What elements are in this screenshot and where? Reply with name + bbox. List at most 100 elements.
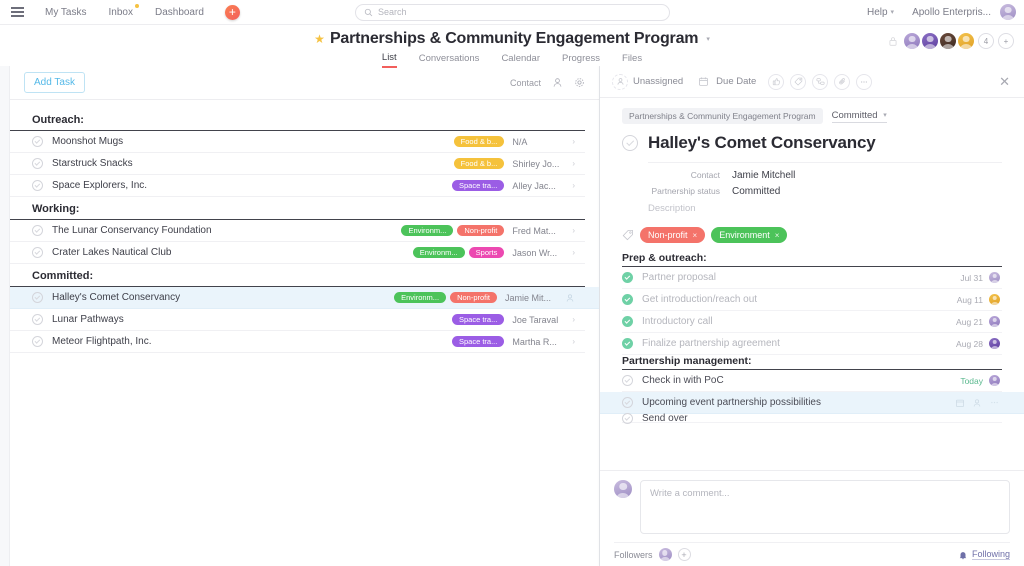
star-icon[interactable]: ★ <box>314 33 325 45</box>
assignee-picker[interactable]: Unassigned <box>612 73 683 90</box>
task-complete-checkbox[interactable] <box>32 180 43 191</box>
task-complete-checkbox[interactable] <box>32 158 43 169</box>
task-tag[interactable]: Sports <box>468 246 505 259</box>
task-contact[interactable]: Joe Taraval <box>512 315 570 325</box>
list-item[interactable]: Upcoming event partnership possibilities <box>600 392 1024 414</box>
subtask-due-date[interactable]: Today <box>960 376 983 386</box>
task-complete-checkbox[interactable] <box>32 314 43 325</box>
list-item[interactable]: Finalize partnership agreement Aug 28 <box>622 333 1002 355</box>
description-field[interactable]: Description <box>648 203 1002 214</box>
task-contact[interactable]: Jamie Mit... <box>505 293 563 303</box>
detail-tag-non-profit[interactable]: Non-profit × <box>640 227 706 243</box>
add-member-button[interactable]: + <box>998 33 1014 49</box>
list-item[interactable]: Send over <box>622 412 1002 424</box>
help-menu[interactable]: Help ▾ <box>858 7 903 18</box>
follower-avatar[interactable] <box>658 548 672 561</box>
task-contact[interactable]: Fred Mat... <box>512 226 570 236</box>
list-item[interactable]: Check in with PoC Today <box>622 370 1002 392</box>
more-icon[interactable] <box>989 397 1000 408</box>
subtask-complete-checkbox[interactable] <box>622 294 633 305</box>
subtask-assignee-avatar[interactable] <box>989 338 1000 349</box>
breadcrumb-status[interactable]: Committed ▾ <box>831 110 887 123</box>
subtask-assignee-avatar[interactable] <box>989 316 1000 327</box>
attachment-icon[interactable] <box>834 73 851 90</box>
gear-icon[interactable] <box>574 77 585 88</box>
add-follower-button[interactable]: + <box>677 548 691 561</box>
workspace-menu[interactable]: Apollo Enterpris... <box>903 7 1000 18</box>
table-row[interactable]: The Lunar Conservancy Foundation Environm… <box>10 220 585 242</box>
table-row[interactable]: Meteor Flightpath, Inc. Space tra... Marth… <box>10 331 585 353</box>
member-avatar[interactable] <box>904 33 920 49</box>
calendar-icon[interactable] <box>955 398 965 408</box>
task-tag[interactable]: Environm... <box>394 291 447 304</box>
task-tag[interactable]: Environm... <box>401 224 454 237</box>
task-contact[interactable]: Martha R... <box>512 337 570 347</box>
member-avatar[interactable] <box>940 33 956 49</box>
subtask-due-date[interactable]: Jul 31 <box>960 273 983 283</box>
subtask-complete-checkbox[interactable] <box>622 397 633 408</box>
task-contact[interactable]: Shirley Jo... <box>512 159 570 169</box>
chevron-right-icon[interactable]: › <box>572 226 575 235</box>
search-input[interactable]: Search <box>355 3 670 21</box>
table-row[interactable]: Crater Lakes Nautical Club Environm... Spo… <box>10 242 585 264</box>
subtask-complete-checkbox[interactable] <box>622 338 633 349</box>
list-item[interactable]: Introductory call Aug 21 <box>622 311 1002 333</box>
subtask-complete-checkbox[interactable] <box>622 272 633 283</box>
detail-tag-environment[interactable]: Environment × <box>711 227 788 243</box>
task-tag[interactable]: Non-profit <box>457 224 505 237</box>
task-tag[interactable]: Space tra... <box>451 313 505 326</box>
list-item[interactable]: Partner proposal Jul 31 <box>622 267 1002 289</box>
task-complete-checkbox[interactable] <box>32 292 43 303</box>
subtask-due-date[interactable]: Aug 21 <box>956 317 983 327</box>
subtask-complete-checkbox[interactable] <box>622 412 633 424</box>
task-tag[interactable]: Space tra... <box>451 179 505 192</box>
like-icon[interactable] <box>768 73 785 90</box>
task-tag[interactable]: Environm... <box>412 246 465 259</box>
comment-input[interactable]: Write a comment... <box>640 480 1010 534</box>
remove-tag-icon[interactable]: × <box>775 231 780 240</box>
members-overflow-count[interactable]: 4 <box>978 33 994 49</box>
tab-calendar[interactable]: Calendar <box>501 53 540 67</box>
nav-link-my-tasks[interactable]: My Tasks <box>34 7 98 18</box>
current-user-avatar[interactable] <box>1000 4 1016 20</box>
task-tag[interactable]: Non-profit <box>450 291 497 304</box>
chevron-right-icon[interactable]: › <box>572 181 575 190</box>
subtask-icon[interactable] <box>812 73 829 90</box>
subtask-complete-checkbox[interactable] <box>622 316 633 327</box>
contact-column-label[interactable]: Contact <box>510 78 541 88</box>
table-row[interactable]: Lunar Pathways Space tra... Joe Taraval › <box>10 309 585 331</box>
following-toggle[interactable]: Following <box>958 549 1010 560</box>
task-contact[interactable]: Alley Jac... <box>512 181 570 191</box>
quick-add-button[interactable]: + <box>224 4 240 20</box>
task-contact[interactable]: N/A <box>512 137 570 147</box>
chevron-right-icon[interactable]: › <box>572 137 575 146</box>
close-icon[interactable]: ✕ <box>999 75 1010 88</box>
chevron-right-icon[interactable]: › <box>572 315 575 324</box>
chevron-right-icon[interactable]: › <box>572 337 575 346</box>
task-complete-checkbox[interactable] <box>622 135 638 151</box>
person-icon[interactable] <box>972 398 982 408</box>
tag-icon[interactable] <box>790 73 807 90</box>
project-menu-chevron-down-icon[interactable]: ▾ <box>706 35 710 43</box>
subtask-due-date[interactable]: Aug 28 <box>956 339 983 349</box>
member-avatar[interactable] <box>958 33 974 49</box>
task-complete-checkbox[interactable] <box>32 336 43 347</box>
task-tag[interactable]: Food & b... <box>453 135 505 148</box>
add-task-button[interactable]: Add Task <box>24 72 85 93</box>
remove-tag-icon[interactable]: × <box>693 231 698 240</box>
task-tag[interactable]: Space tra... <box>451 335 505 348</box>
chevron-right-icon[interactable]: › <box>572 248 575 257</box>
list-item[interactable]: Get introduction/reach out Aug 11 <box>622 289 1002 311</box>
chevron-right-icon[interactable]: › <box>572 159 575 168</box>
table-row[interactable]: Starstruck Snacks Food & b... Shirley Jo..… <box>10 153 585 175</box>
task-contact[interactable]: Jason Wr... <box>512 248 570 258</box>
nav-link-inbox[interactable]: Inbox <box>98 3 144 18</box>
task-complete-checkbox[interactable] <box>32 136 43 147</box>
subtask-due-date[interactable]: Aug 11 <box>957 295 983 305</box>
field-value[interactable]: Committed <box>732 186 780 197</box>
task-complete-checkbox[interactable] <box>32 225 43 236</box>
member-avatar[interactable] <box>922 33 938 49</box>
table-row[interactable]: Halley's Comet Conservancy Environm... Non… <box>10 287 599 309</box>
tab-list[interactable]: List <box>381 52 397 68</box>
task-complete-checkbox[interactable] <box>32 247 43 258</box>
